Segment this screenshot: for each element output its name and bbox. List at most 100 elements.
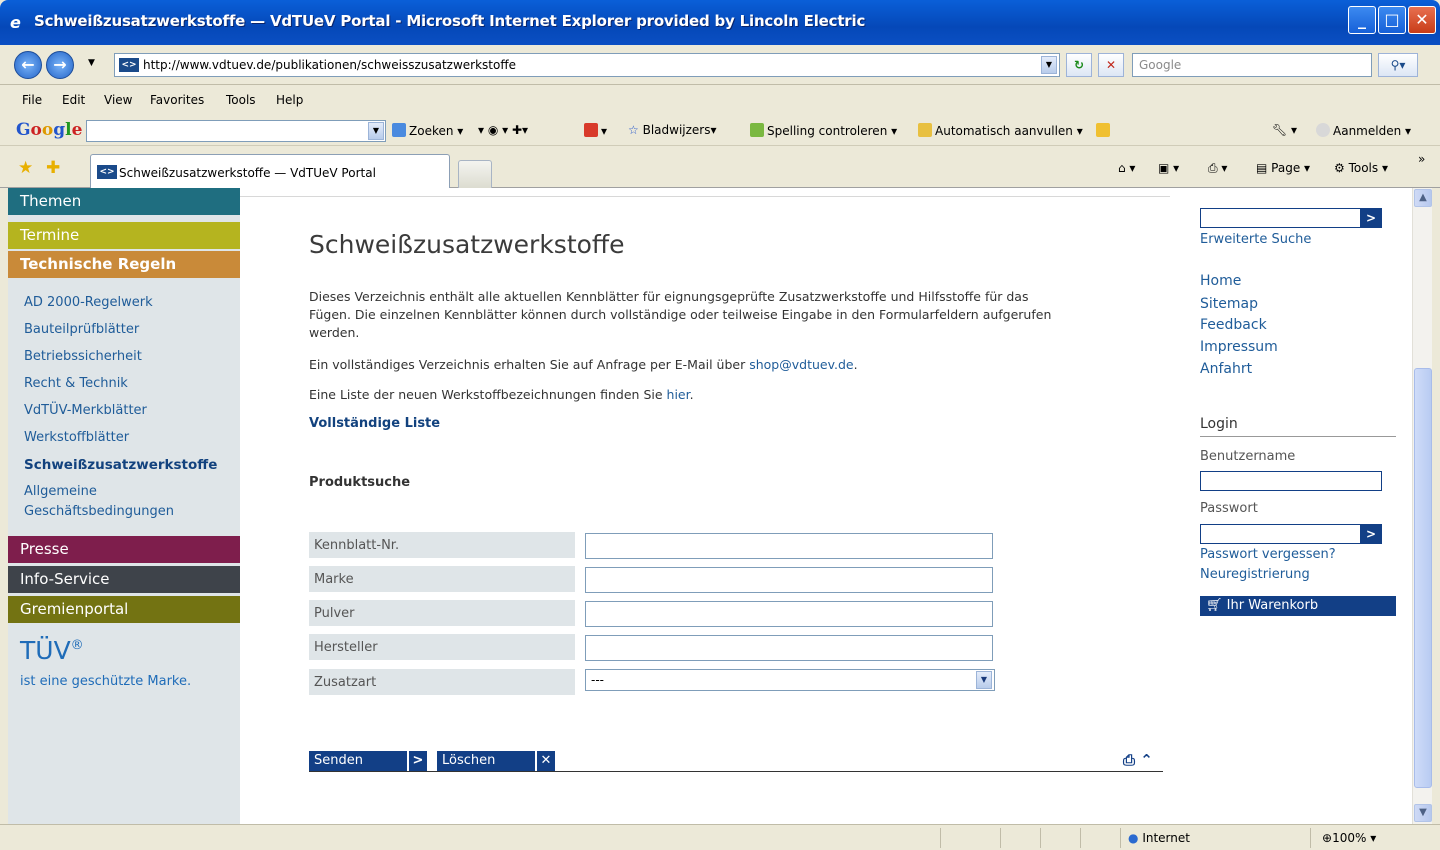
history-dropdown-icon[interactable]: ▼	[88, 58, 95, 68]
hersteller-input[interactable]	[585, 635, 993, 661]
kennblatt-input[interactable]	[585, 533, 993, 559]
back-to-top-icon[interactable]: ⌃	[1140, 751, 1153, 769]
link-impressum[interactable]: Impressum	[1200, 339, 1278, 355]
pulver-input[interactable]	[585, 601, 993, 627]
newlist-link[interactable]: hier	[667, 387, 690, 402]
zoom-level[interactable]: ⊕100% ▾	[1322, 831, 1376, 845]
page-menu[interactable]: ▤ Page ▾	[1256, 161, 1310, 175]
scroll-thumb[interactable]	[1414, 368, 1432, 788]
popup-blocker-button[interactable]: ▾	[584, 123, 607, 138]
full-list-link[interactable]: Vollständige Liste	[309, 416, 440, 431]
autofill-icon	[918, 123, 932, 137]
nav-technische-regeln[interactable]: Technische Regeln	[8, 251, 240, 278]
password-label: Passwort	[1200, 501, 1258, 516]
menu-file[interactable]: File	[22, 93, 42, 107]
cart-button[interactable]: 🛒︎ Ihr Warenkorb	[1200, 596, 1396, 616]
star-icon: ☆	[628, 123, 639, 137]
signin-button[interactable]: Aanmelden ▾	[1316, 123, 1411, 138]
menu-edit[interactable]: Edit	[62, 93, 85, 107]
search-icon[interactable]: ⚲▾	[1378, 53, 1418, 77]
nav-item-bauteilpruefblaetter[interactable]: Bauteilprüfblätter	[24, 322, 139, 337]
submit-button[interactable]: Senden >	[309, 751, 427, 771]
search-go-icon[interactable]: >	[1360, 208, 1382, 228]
kennblatt-label: Kennblatt-Nr.	[309, 532, 575, 558]
shop-email-link[interactable]: shop@vdtuev.de	[749, 357, 853, 372]
refresh-icon[interactable]: ↻	[1066, 53, 1092, 77]
nav-item-agb-line1[interactable]: Allgemeine	[24, 484, 97, 499]
nav-themen[interactable]: Themen	[8, 188, 240, 215]
request-paragraph: Ein vollständiges Verzeichnis erhalten S…	[309, 357, 858, 372]
google-search-input[interactable]: ▼	[86, 120, 386, 142]
marke-input[interactable]	[585, 567, 993, 593]
chevron-right-icon[interactable]: »	[1418, 152, 1425, 166]
minimize-button[interactable]: _	[1348, 6, 1376, 34]
username-label: Benutzername	[1200, 449, 1296, 464]
advanced-search-link[interactable]: Erweiterte Suche	[1200, 232, 1311, 247]
status-divider	[1120, 828, 1121, 848]
settings-wrench-icon[interactable]: 🔧︎ ▾	[1272, 123, 1297, 137]
forgot-password-link[interactable]: Passwort vergessen?	[1200, 547, 1336, 562]
nav-gremienportal[interactable]: Gremienportal	[8, 596, 240, 623]
nav-item-schweisszusatzwerkstoffe[interactable]: Schweißzusatzwerkstoffe	[24, 457, 217, 473]
link-feedback[interactable]: Feedback	[1200, 317, 1267, 333]
url-input[interactable]: <> http://www.vdtuev.de/publikationen/sc…	[114, 53, 1060, 77]
stop-icon[interactable]: ✕	[1098, 53, 1124, 77]
highlighter-icon[interactable]	[1096, 123, 1113, 138]
nav-item-agb-line2[interactable]: Geschäftsbedingungen	[24, 504, 174, 519]
register-link[interactable]: Neuregistrierung	[1200, 567, 1310, 582]
print-icon[interactable]: ⎙ ▾	[1208, 161, 1227, 176]
nav-item-recht-technik[interactable]: Recht & Technik	[24, 376, 128, 391]
search-input[interactable]: Google	[1132, 53, 1372, 77]
back-button[interactable]: ←	[14, 51, 42, 79]
favorites-star-icon[interactable]: ★	[18, 158, 33, 178]
left-navigation: Themen Termine Technische Regeln AD 2000…	[8, 188, 240, 824]
url-dropdown-icon[interactable]: ▼	[1041, 56, 1057, 74]
google-search-dropdown-icon[interactable]: ▼	[368, 122, 384, 140]
reset-button[interactable]: Löschen ✕	[437, 751, 555, 771]
menu-tools[interactable]: Tools	[226, 93, 256, 107]
nav-info-service[interactable]: Info-Service	[8, 566, 240, 593]
username-input[interactable]	[1200, 471, 1382, 491]
print-and-top-icons[interactable]: ⎙ ⌃	[1123, 751, 1165, 771]
spellcheck-button[interactable]: Spelling controleren ▾	[750, 123, 897, 138]
autofill-button[interactable]: Automatisch aanvullen ▾	[918, 123, 1083, 138]
nav-item-betriebssicherheit[interactable]: Betriebssicherheit	[24, 349, 142, 364]
nav-presse[interactable]: Presse	[8, 536, 240, 563]
forward-button[interactable]: →	[46, 51, 74, 79]
link-sitemap[interactable]: Sitemap	[1200, 296, 1258, 312]
tab-label: Schweißzusatzwerkstoffe — VdTUeV Portal	[119, 166, 376, 180]
close-button[interactable]: ✕	[1408, 6, 1436, 34]
link-anfahrt[interactable]: Anfahrt	[1200, 361, 1252, 377]
maximize-button[interactable]: □	[1378, 6, 1406, 34]
zoeken-button[interactable]: Zoeken ▾	[392, 123, 463, 138]
scroll-down-icon[interactable]: ▼	[1414, 804, 1432, 822]
login-go-icon[interactable]: >	[1360, 524, 1382, 544]
zusatzart-select[interactable]: --- ▼	[585, 669, 995, 691]
add-favorites-icon[interactable]: ✚	[46, 158, 60, 178]
password-input[interactable]: >	[1200, 524, 1382, 544]
newlist-paragraph: Eine Liste der neuen Werkstoffbezeichnun…	[309, 387, 694, 402]
menu-help[interactable]: Help	[276, 93, 303, 107]
menu-bar: File Edit View Favorites Tools Help	[0, 86, 1440, 114]
nav-termine[interactable]: Termine	[8, 222, 240, 249]
print-page-icon[interactable]: ⎙	[1123, 751, 1135, 769]
bookmarks-button[interactable]: ☆ Bladwijzers▾	[628, 123, 717, 137]
toolbar-buttons[interactable]: ▾ ◉ ▾ ✚▾	[478, 123, 528, 137]
nav-item-ad2000[interactable]: AD 2000-Regelwerk	[24, 295, 153, 310]
feeds-icon[interactable]: ▣ ▾	[1158, 161, 1179, 175]
new-tab-button[interactable]	[458, 160, 492, 188]
menu-favorites[interactable]: Favorites	[150, 93, 204, 107]
tools-menu[interactable]: ⚙ Tools ▾	[1334, 161, 1388, 175]
select-dropdown-icon[interactable]: ▼	[976, 671, 992, 689]
nav-item-werkstoffblaetter[interactable]: Werkstoffblätter	[24, 430, 129, 445]
scroll-up-icon[interactable]: ▲	[1414, 189, 1432, 207]
link-home[interactable]: Home	[1200, 273, 1241, 289]
tab-active[interactable]: <> Schweißzusatzwerkstoffe — VdTUeV Port…	[90, 154, 450, 188]
vertical-scrollbar[interactable]: ▲ ▼	[1412, 188, 1432, 824]
site-search-input[interactable]: >	[1200, 208, 1382, 228]
menu-view[interactable]: View	[104, 93, 132, 107]
page-content: Themen Termine Technische Regeln AD 2000…	[8, 188, 1432, 824]
nav-item-vdtuev-merkblaetter[interactable]: VdTÜV-Merkblätter	[24, 403, 147, 418]
login-heading: Login	[1200, 416, 1238, 432]
home-icon[interactable]: ⌂ ▾	[1118, 161, 1135, 175]
